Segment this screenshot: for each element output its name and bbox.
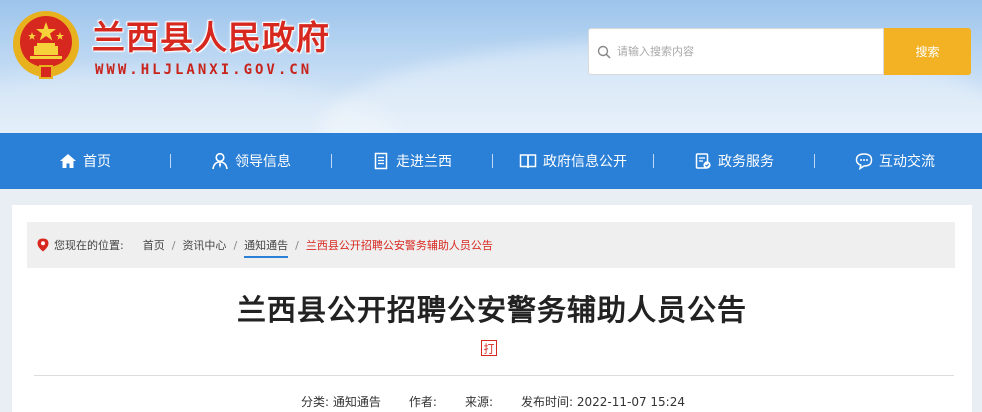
document-icon: [374, 152, 388, 170]
breadcrumb-separator: /: [233, 238, 238, 252]
meta-category-label: 分类:: [301, 395, 330, 409]
meta-date-label: 发布时间:: [520, 395, 574, 409]
national-emblem-icon: [13, 11, 79, 79]
article-card: 您现在的位置: 首页 / 资讯中心 / 通知通告 / 兰西县公开招聘公安警务辅助…: [12, 205, 972, 412]
nav-item-about-lanxi[interactable]: 走进兰西: [332, 133, 492, 189]
meta-category: 分类: 通知通告: [301, 393, 381, 410]
nav-item-gov-services[interactable]: 政务服务: [654, 133, 814, 189]
nav-item-label: 领导信息: [235, 154, 291, 170]
nav-item-label: 走进兰西: [396, 154, 452, 170]
breadcrumb-item-current: 兰西县公开招聘公安警务辅助人员公告: [305, 239, 493, 252]
print-stamp-glyph: 打: [484, 341, 495, 355]
nav-item-gov-info[interactable]: 政府信息公开: [493, 133, 653, 189]
site-title: 兰西县人民政府: [92, 18, 330, 57]
book-icon: [519, 154, 537, 169]
site-url: WWW.HLJLANXI.GOV.CN: [95, 62, 313, 78]
site-header: 兰西县人民政府 WWW.HLJLANXI.GOV.CN 搜索: [0, 0, 982, 133]
nav-item-label: 首页: [83, 154, 111, 170]
nav-item-home[interactable]: 首页: [0, 133, 170, 189]
article-meta: 分类: 通知通告 作者: 来源: 发布时间: 2022-11-07 15:24: [12, 393, 972, 410]
nav-item-label: 政府信息公开: [543, 154, 627, 170]
search-input[interactable]: [617, 45, 867, 58]
nav-item-interaction[interactable]: 互动交流: [815, 133, 975, 189]
meta-category-value: 通知通告: [332, 395, 381, 409]
breadcrumb-item-home[interactable]: 首页: [143, 237, 165, 253]
home-icon: [60, 154, 76, 168]
main-nav: 首页 领导信息 走进兰西 政府信息公开 政务服务 互动交流: [0, 133, 982, 189]
title-divider: [34, 375, 954, 376]
breadcrumb-separator: /: [295, 238, 299, 252]
search-button[interactable]: 搜索: [884, 28, 971, 75]
location-pin-icon: [37, 238, 49, 252]
meta-source-label: 来源:: [464, 395, 493, 409]
breadcrumb: 您现在的位置: 首页 / 资讯中心 / 通知通告 / 兰西县公开招聘公安警务辅助…: [27, 222, 955, 268]
search-icon: [597, 45, 611, 59]
print-stamp-icon[interactable]: 打: [481, 340, 497, 356]
person-icon: [212, 152, 228, 170]
nav-item-label: 政务服务: [718, 154, 774, 170]
meta-date: 发布时间: 2022-11-07 15:24: [521, 393, 685, 410]
breadcrumb-item-news-center[interactable]: 资讯中心: [182, 237, 226, 253]
service-icon: [695, 153, 711, 169]
nav-item-label: 互动交流: [879, 154, 935, 170]
meta-author-label: 作者:: [408, 395, 437, 409]
breadcrumb-separator: /: [171, 238, 176, 252]
breadcrumb-item-notices[interactable]: 通知通告: [244, 233, 289, 258]
article-title: 兰西县公开招聘公安警务辅助人员公告: [236, 293, 747, 327]
meta-source: 来源:: [465, 393, 493, 410]
meta-date-value: 2022-11-07 15:24: [576, 395, 685, 409]
meta-author: 作者:: [409, 393, 437, 410]
nav-item-leaders[interactable]: 领导信息: [171, 133, 331, 189]
chat-icon: [855, 153, 873, 170]
search-box: [588, 28, 884, 75]
breadcrumb-prefix: 您现在的位置:: [54, 239, 124, 252]
